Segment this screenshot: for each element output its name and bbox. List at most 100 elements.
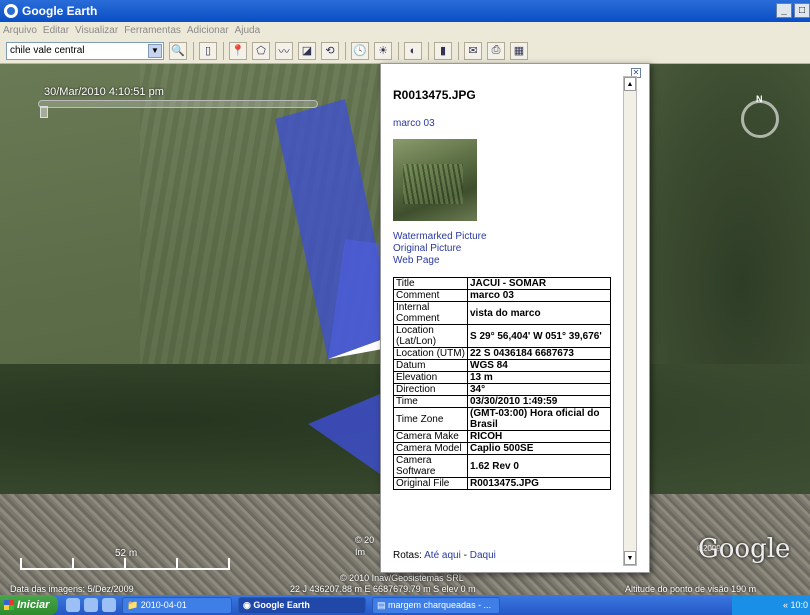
table-key: Original File — [393, 477, 468, 490]
photo-info-balloon: ✕ R0013475.JPG marco 03 Watermarked Pict… — [380, 63, 650, 573]
scroll-up-icon[interactable]: ▲ — [624, 77, 636, 91]
taskbar: Iniciar 📁 2010-04-01 ◉ Google Earth ▤ ma… — [0, 595, 810, 615]
table-value: Caplio 500SE — [467, 442, 611, 455]
toolbar-separator — [193, 41, 194, 60]
toolbar-separator — [398, 41, 399, 60]
task-document[interactable]: ▤ margem charqueadas - ... — [372, 596, 500, 614]
overlay-icon[interactable]: ◪ — [298, 41, 316, 60]
windows-logo-icon — [4, 600, 14, 610]
google-earth-icon: ◉ — [243, 599, 254, 610]
balloon-scrollbar[interactable]: ▲ ▼ — [623, 76, 637, 566]
copyright-partial: © 20 Im — [355, 535, 375, 557]
table-row: Datum WGS 84 — [393, 359, 611, 372]
table-value: JACUI - SOMAR — [467, 277, 611, 290]
path-icon[interactable]: 〰 — [275, 41, 293, 60]
time-slider-handle[interactable] — [40, 106, 48, 118]
search-select[interactable]: chile vale central ▼ — [6, 41, 164, 60]
time-label: 30/Mar/2010 4:10:51 pm — [44, 86, 164, 98]
menu-ajuda[interactable]: Ajuda — [235, 25, 261, 36]
time-slider[interactable] — [38, 100, 318, 108]
clock-icon[interactable]: 🕓 — [351, 41, 369, 60]
quick-launch — [66, 598, 116, 612]
window-titlebar: Google Earth _ □ — [0, 0, 810, 22]
maps-icon[interactable]: ▦ — [510, 41, 528, 60]
sidebar-toggle-icon[interactable]: ▯ — [199, 41, 217, 60]
polygon-icon[interactable]: ⬠ — [252, 41, 270, 60]
view-cone — [308, 394, 380, 474]
compass-control[interactable]: N — [735, 94, 785, 144]
pointer-coordinates: 22 J 436207.88 m E 6687679.79 m S elev 0… — [290, 584, 476, 594]
menu-visualizar[interactable]: Visualizar — [75, 25, 118, 36]
task-label: margem charqueadas - ... — [388, 600, 492, 610]
placemark-icon[interactable]: 📍 — [229, 41, 247, 60]
table-row: Internal Comment vista do marco — [393, 301, 611, 325]
web-page-link[interactable]: Web Page — [393, 255, 623, 267]
document-icon: ▤ — [377, 599, 389, 610]
media-icon[interactable] — [102, 598, 116, 612]
table-key: Location (UTM) — [393, 347, 468, 360]
browser-icon[interactable] — [66, 598, 80, 612]
original-picture-link[interactable]: Original Picture — [393, 243, 623, 255]
photo-thumbnail[interactable] — [393, 139, 477, 221]
table-key: Direction — [393, 383, 468, 396]
table-row: Camera Software 1.62 Rev 0 — [393, 454, 611, 478]
scale-tick — [228, 558, 230, 570]
table-key: Camera Software — [393, 454, 468, 478]
task-label: 2010-04-01 — [140, 600, 187, 610]
ruler-icon[interactable]: ▮ — [434, 41, 452, 60]
table-value: marco 03 — [467, 289, 611, 302]
email-icon[interactable]: ✉ — [464, 41, 482, 60]
compass-north-label: N — [756, 94, 763, 104]
scale-label: 52 m — [115, 548, 138, 559]
window-controls: _ □ — [776, 3, 810, 18]
route-from-here-link[interactable]: Daqui — [470, 550, 496, 561]
start-button[interactable]: Iniciar — [0, 595, 58, 615]
scale-tick — [72, 558, 74, 570]
chevron-down-icon[interactable]: ▼ — [148, 43, 162, 58]
menu-adicionar[interactable]: Adicionar — [187, 25, 229, 36]
tour-icon[interactable]: ⟲ — [321, 41, 339, 60]
eye-altitude: Altitude do ponto de visão 190 m — [625, 584, 757, 594]
toolbar-separator — [345, 41, 346, 60]
photo-subtitle: marco 03 — [393, 118, 435, 129]
table-value: 03/30/2010 1:49:59 — [467, 395, 611, 408]
search-icon[interactable]: 🔍 — [169, 41, 187, 60]
maximize-button[interactable]: □ — [794, 3, 810, 18]
planets-icon[interactable]: ◐ — [404, 41, 422, 60]
table-value: R0013475.JPG — [467, 477, 611, 490]
menu-ferramentas[interactable]: Ferramentas — [124, 25, 181, 36]
table-value: 1.62 Rev 0 — [467, 454, 611, 478]
sunlight-icon[interactable]: ☀ — [374, 41, 392, 60]
start-label: Iniciar — [17, 599, 50, 611]
print-icon[interactable]: ⎙ — [487, 41, 505, 60]
menu-arquivo[interactable]: Arquivo — [3, 25, 37, 36]
table-value: vista do marco — [467, 301, 611, 325]
table-value: S 29° 56,404' W 051° 39,676' — [467, 324, 611, 348]
menu-editar[interactable]: Editar — [43, 25, 69, 36]
table-row: Original File R0013475.JPG — [393, 477, 611, 490]
status-bar: Data das imagens: 5/Dez/2009 22 J 436207… — [0, 584, 810, 595]
routes-footer: Rotas: Até aqui - Daqui — [393, 550, 496, 561]
watermarked-picture-link[interactable]: Watermarked Picture — [393, 231, 623, 243]
copyright-text: © 2010 Inav/Geosistemas SRL — [340, 573, 464, 583]
table-key: Time — [393, 395, 468, 408]
system-tray: « 10:0 — [732, 595, 810, 615]
compass-ring-icon[interactable] — [741, 100, 779, 138]
desktop-icon[interactable] — [84, 598, 98, 612]
table-key: Elevation — [393, 371, 468, 384]
window-title: Google Earth — [22, 4, 98, 18]
scale-tick — [176, 558, 178, 570]
task-folder[interactable]: 📁 2010-04-01 — [122, 596, 232, 614]
table-value: RICOH — [467, 430, 611, 443]
toolbar-separator — [458, 41, 459, 60]
table-row: Camera Model Caplio 500SE — [393, 442, 611, 455]
table-row: Elevation 13 m — [393, 371, 611, 384]
table-row: Location (UTM) 22 S 0436184 6687673 — [393, 347, 611, 360]
route-to-here-link[interactable]: Até aqui — [424, 550, 461, 561]
task-google-earth[interactable]: ◉ Google Earth — [238, 596, 366, 614]
tray-clock: « 10:0 — [782, 600, 808, 610]
scroll-down-icon[interactable]: ▼ — [624, 551, 636, 565]
minimize-button[interactable]: _ — [776, 3, 792, 18]
table-row: Comment marco 03 — [393, 289, 611, 302]
photo-links: Watermarked Picture Original Picture Web… — [393, 231, 623, 267]
